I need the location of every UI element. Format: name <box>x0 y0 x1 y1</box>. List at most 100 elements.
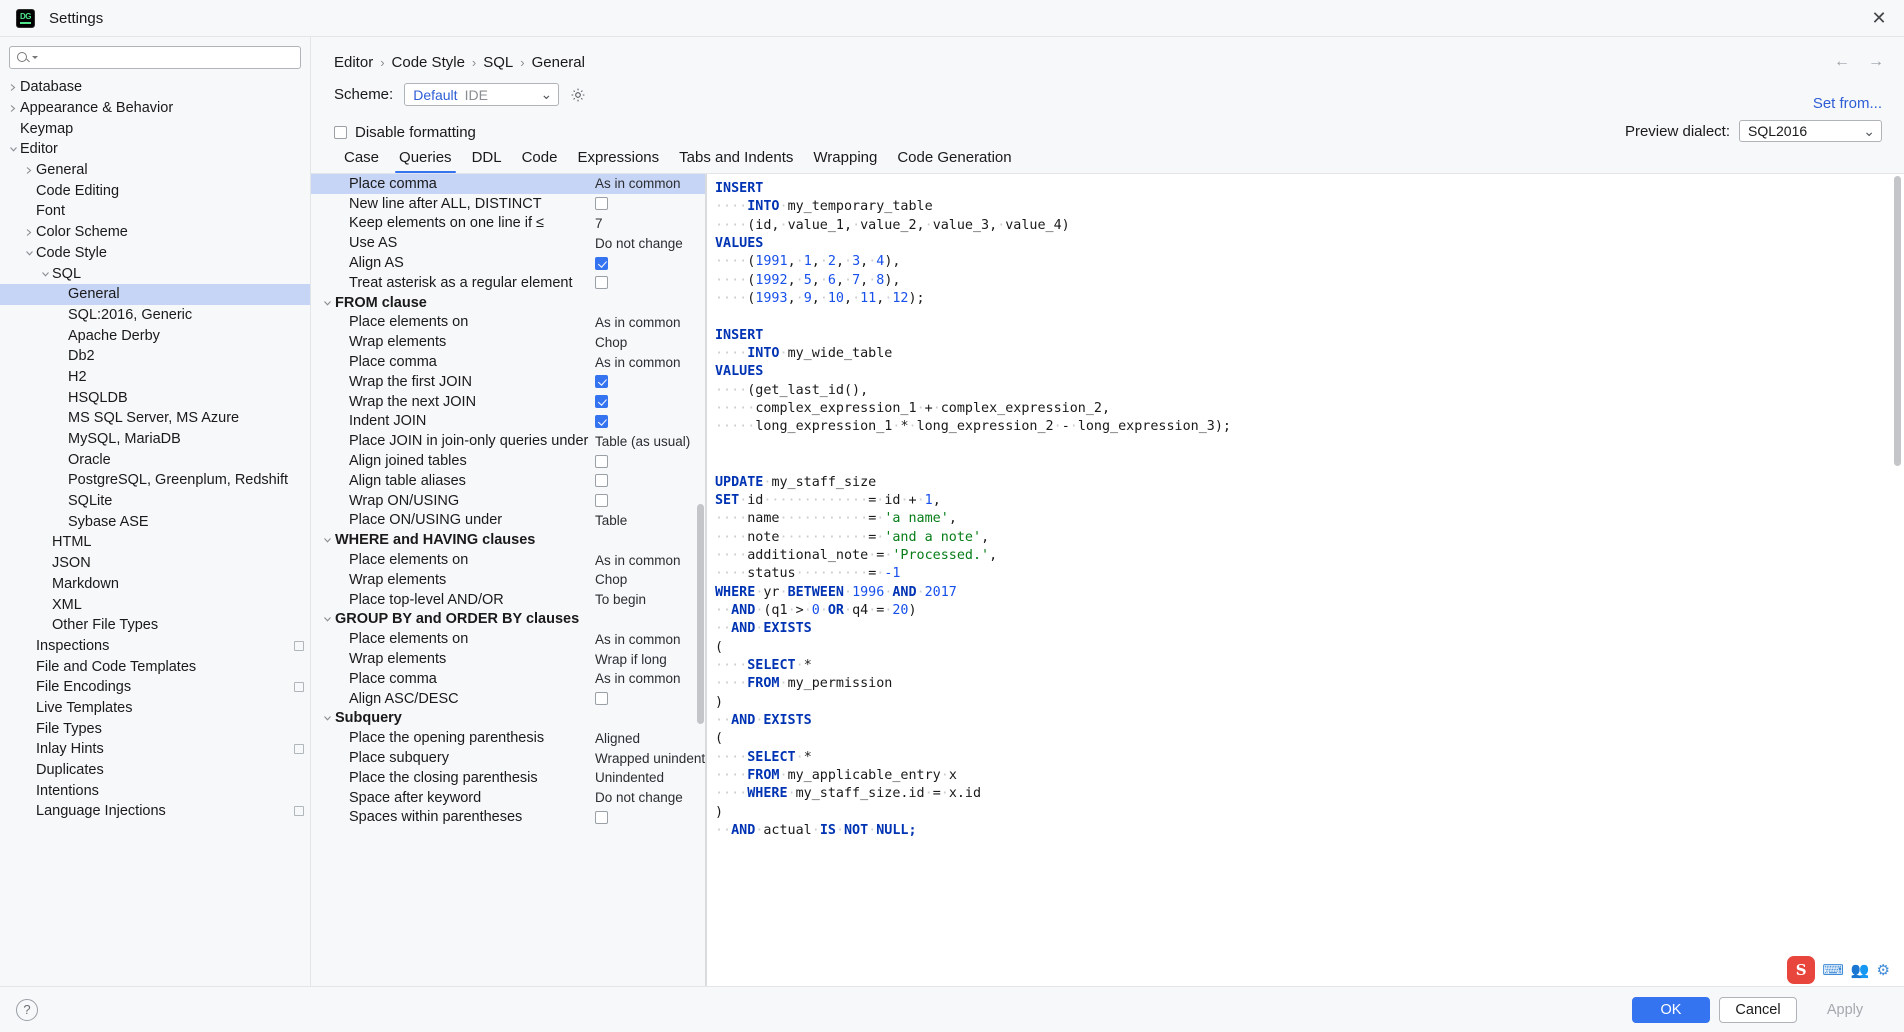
breadcrumb-item[interactable]: Code Style <box>392 54 465 71</box>
chevron-down-icon[interactable] <box>319 299 335 307</box>
sidebar-item-markdown[interactable]: Markdown <box>0 574 310 595</box>
sidebar-item-oracle[interactable]: Oracle <box>0 449 310 470</box>
sql-preview-code[interactable]: INSERT ····INTO·my_temporary_table ····(id… <box>707 174 1904 840</box>
chevron-down-icon[interactable] <box>319 536 335 544</box>
sidebar-item-mysql-mariadb[interactable]: MySQL, MariaDB <box>0 429 310 450</box>
setting-row[interactable]: Place elements on As in common <box>311 313 705 333</box>
breadcrumb-item[interactable]: Editor <box>334 54 373 71</box>
sidebar-item-sql-2016-generic[interactable]: SQL:2016, Generic <box>0 305 310 326</box>
setting-row[interactable]: Wrap the first JOIN <box>311 372 705 392</box>
chevron-right-icon[interactable] <box>6 83 20 92</box>
sidebar-item-general[interactable]: General <box>0 283 310 305</box>
setting-row[interactable]: Align ASC/DESC <box>311 689 705 709</box>
setting-row[interactable]: Wrap elements Chop <box>311 570 705 590</box>
setting-row[interactable]: Place subquery Wrapped unindented <box>311 748 705 768</box>
help-icon[interactable]: ? <box>16 998 38 1021</box>
tab-case[interactable]: Case <box>334 149 389 173</box>
sidebar-item-general[interactable]: General <box>0 160 310 181</box>
chevron-down-icon[interactable] <box>38 270 52 278</box>
tab-code[interactable]: Code <box>512 149 568 173</box>
setting-row[interactable]: Spaces within parentheses <box>311 808 705 828</box>
tab-queries[interactable]: Queries <box>389 149 462 173</box>
setting-value[interactable]: As in common <box>595 553 681 568</box>
setting-row[interactable]: Place elements on As in common <box>311 550 705 570</box>
chevron-down-icon[interactable] <box>22 249 36 257</box>
sidebar-item-db2[interactable]: Db2 <box>0 346 310 367</box>
sidebar-item-duplicates[interactable]: Duplicates <box>0 760 310 781</box>
close-icon[interactable]: ✕ <box>1864 3 1894 33</box>
setting-row[interactable]: Place ON/USING under Table <box>311 511 705 531</box>
preview-dialect-select[interactable]: SQL2016 ⌄ <box>1739 120 1882 142</box>
setting-row[interactable]: Place the closing parenthesis Unindented <box>311 768 705 788</box>
setting-row[interactable]: Place elements on As in common <box>311 629 705 649</box>
sidebar-item-sql[interactable]: SQL <box>0 263 310 284</box>
back-icon[interactable]: ← <box>1834 53 1850 71</box>
setting-row[interactable]: GROUP BY and ORDER BY clauses <box>311 610 705 630</box>
breadcrumb-item[interactable]: General <box>532 54 585 71</box>
sidebar-item-database[interactable]: Database <box>0 77 310 98</box>
setting-value[interactable]: Wrap if long <box>595 652 667 667</box>
setting-value[interactable]: Chop <box>595 572 627 587</box>
setting-value[interactable]: Do not change <box>595 236 683 251</box>
setting-value[interactable]: Table <box>595 513 627 528</box>
chevron-right-icon[interactable] <box>22 228 36 237</box>
setting-row[interactable]: Subquery <box>311 709 705 729</box>
setting-checkbox[interactable] <box>595 810 608 824</box>
search-box[interactable] <box>9 46 301 69</box>
tab-tabs-and-indents[interactable]: Tabs and Indents <box>669 149 803 173</box>
sidebar-item-file-encodings[interactable]: File Encodings <box>0 677 310 698</box>
setting-row[interactable]: Place the opening parenthesis Aligned <box>311 728 705 748</box>
chevron-right-icon[interactable] <box>22 166 36 175</box>
scheme-select[interactable]: Default IDE ⌄ <box>404 83 560 106</box>
setting-checkbox[interactable] <box>595 375 608 389</box>
sidebar-item-code-style[interactable]: Code Style <box>0 243 310 264</box>
sidebar-item-sqlite[interactable]: SQLite <box>0 491 310 512</box>
sidebar-item-other-file-types[interactable]: Other File Types <box>0 615 310 636</box>
setting-checkbox[interactable] <box>595 276 608 290</box>
setting-row[interactable]: Wrap elements Chop <box>311 332 705 352</box>
setting-row[interactable]: Place comma As in common <box>311 669 705 689</box>
sidebar-item-editor[interactable]: Editor <box>0 139 310 160</box>
chevron-right-icon[interactable] <box>6 104 20 113</box>
chevron-down-icon[interactable] <box>319 615 335 623</box>
set-from-link[interactable]: Set from... <box>1813 95 1882 112</box>
settings-scrollbar[interactable] <box>697 504 704 724</box>
setting-value[interactable]: As in common <box>595 632 681 647</box>
sidebar-item-inspections[interactable]: Inspections <box>0 636 310 657</box>
setting-row[interactable]: Place comma As in common <box>311 174 705 194</box>
setting-value[interactable]: Do not change <box>595 790 683 805</box>
setting-value[interactable]: Chop <box>595 335 627 350</box>
setting-value[interactable]: Wrapped unindented <box>595 751 705 766</box>
sidebar-item-apache-derby[interactable]: Apache Derby <box>0 325 310 346</box>
copy-settings-icon[interactable] <box>294 806 304 817</box>
setting-row[interactable]: Align AS <box>311 253 705 273</box>
sidebar-item-language-injections[interactable]: Language Injections <box>0 801 310 822</box>
chevron-down-icon[interactable] <box>319 714 335 722</box>
setting-row[interactable]: New line after ALL, DISTINCT <box>311 194 705 214</box>
tab-ddl[interactable]: DDL <box>462 149 512 173</box>
setting-checkbox[interactable] <box>595 474 608 488</box>
setting-row[interactable]: Place JOIN in join-only queries under Tab… <box>311 431 705 451</box>
tab-expressions[interactable]: Expressions <box>567 149 669 173</box>
setting-row[interactable]: Space after keyword Do not change <box>311 788 705 808</box>
setting-row[interactable]: Keep elements on one line if ≤ 7 <box>311 214 705 234</box>
sidebar-item-ms-sql-server-ms-azure[interactable]: MS SQL Server, MS Azure <box>0 408 310 429</box>
setting-value[interactable]: Unindented <box>595 770 664 785</box>
sidebar-item-font[interactable]: Font <box>0 201 310 222</box>
sidebar-item-color-scheme[interactable]: Color Scheme <box>0 222 310 243</box>
setting-row[interactable]: Indent JOIN <box>311 412 705 432</box>
setting-checkbox[interactable] <box>595 414 608 428</box>
setting-value[interactable]: As in common <box>595 355 681 370</box>
setting-checkbox[interactable] <box>595 395 608 409</box>
setting-row[interactable]: Treat asterisk as a regular element <box>311 273 705 293</box>
sidebar-item-file-types[interactable]: File Types <box>0 718 310 739</box>
setting-row[interactable]: Use AS Do not change <box>311 233 705 253</box>
setting-value[interactable]: As in common <box>595 671 681 686</box>
sidebar-item-xml[interactable]: XML <box>0 594 310 615</box>
sidebar-item-intentions[interactable]: Intentions <box>0 780 310 801</box>
sidebar-item-h2[interactable]: H2 <box>0 367 310 388</box>
chevron-down-icon[interactable] <box>6 145 20 153</box>
search-input[interactable] <box>38 48 294 67</box>
setting-row[interactable]: Place comma As in common <box>311 352 705 372</box>
setting-row[interactable]: Align joined tables <box>311 451 705 471</box>
